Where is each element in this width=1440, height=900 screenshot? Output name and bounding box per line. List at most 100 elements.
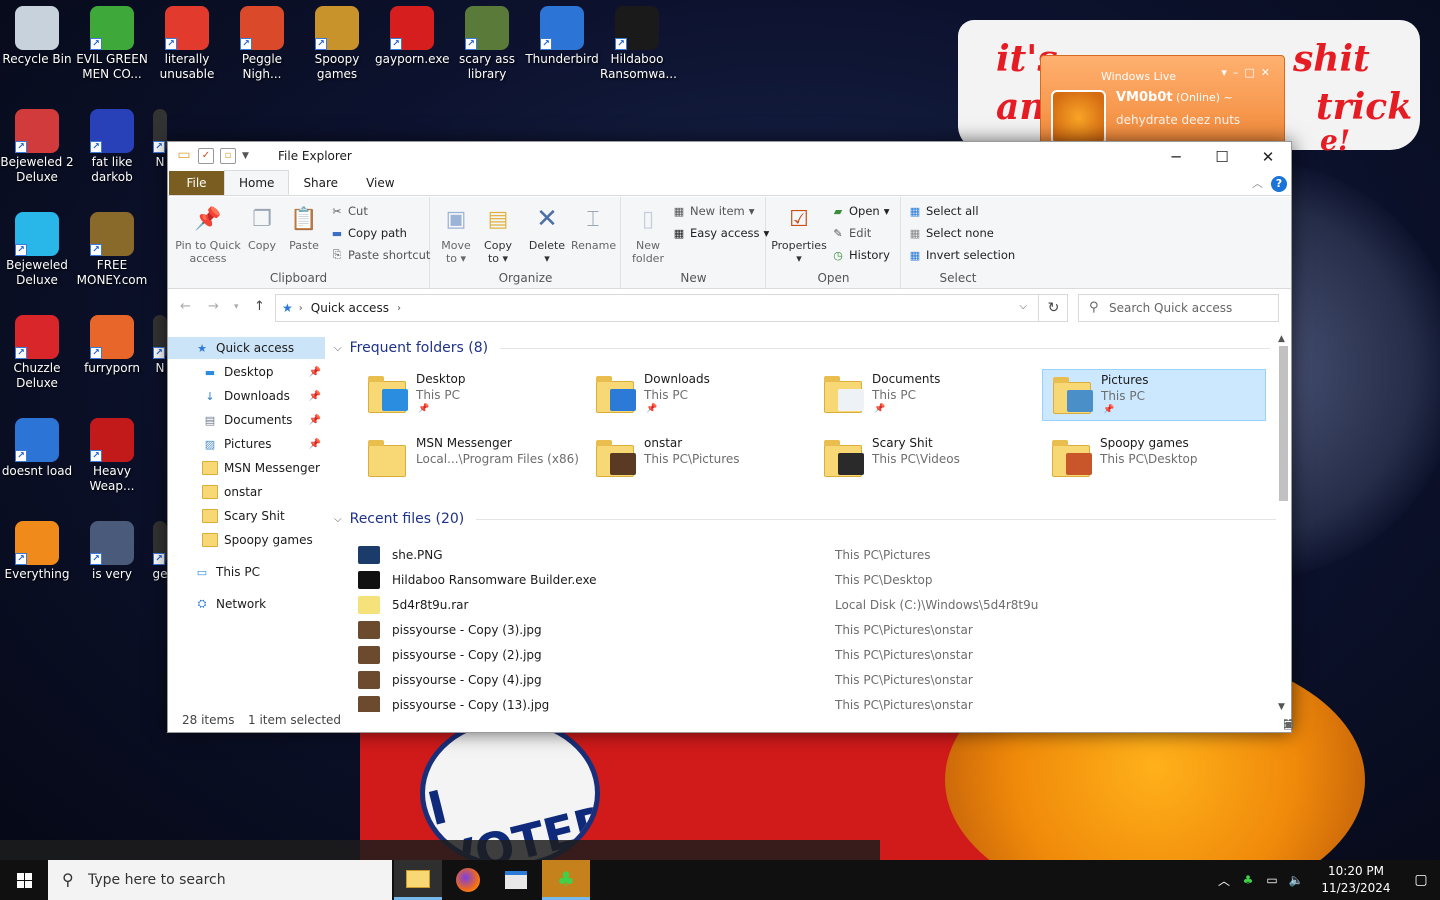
refresh-button[interactable]: ↻	[1038, 294, 1068, 322]
recent-file-row[interactable]: pissyourse - Copy (4).jpg This PC\Picture…	[358, 667, 1258, 692]
file-explorer-window[interactable]: ▭ ✓ ▫ ▼ File Explorer ─ ☐ ✕ File Home Sh…	[167, 141, 1294, 733]
large-icons-view-icon[interactable]: ▣	[1283, 717, 1294, 731]
new-folder-button[interactable]: ▯ New folder	[628, 203, 668, 265]
frequent-folder-tile[interactable]: Scary Shit This PC\Videos	[814, 433, 1038, 485]
volume-icon[interactable]: 🔈	[1286, 873, 1306, 887]
properties-qat-button[interactable]: ✓	[198, 148, 214, 164]
delete-button[interactable]: ✕ Delete ▾	[527, 203, 567, 266]
open-button[interactable]: ▰ Open ▾	[831, 204, 890, 218]
frequent-folder-tile[interactable]: Desktop This PC 📌	[358, 369, 582, 421]
nav-item-quick-access[interactable]: ★ Quick access	[168, 337, 325, 359]
frequent-folder-tile[interactable]: onstar This PC\Pictures	[586, 433, 810, 485]
nav-item-documents[interactable]: ▤ Documents 📌	[168, 409, 325, 431]
properties-button[interactable]: ☑ Properties ▾	[771, 203, 827, 265]
new-item-button[interactable]: ▦ New item ▾	[672, 204, 755, 218]
nav-item-pictures[interactable]: ▨ Pictures 📌	[168, 433, 325, 455]
paste-shortcut-button[interactable]: ⎘ Paste shortcut	[330, 248, 431, 262]
copy-path-button[interactable]: ▬ Copy path	[330, 226, 407, 240]
address-dropdown-icon[interactable]: ⌵	[1019, 301, 1027, 312]
move-to-button[interactable]: ▣ Move to ▾	[437, 203, 475, 265]
address-bar[interactable]: ★ › Quick access › ⌵	[275, 294, 1068, 322]
maximize-button[interactable]: ☐	[1199, 142, 1245, 171]
close-button[interactable]: ✕	[1245, 142, 1291, 171]
tab-view[interactable]: View	[352, 171, 408, 195]
nav-item-scary-shit[interactable]: Scary Shit	[168, 505, 325, 527]
paste-button[interactable]: 📋 Paste	[286, 203, 322, 252]
desktop-icon-item[interactable]: ↗ Hildaboo Ransomwa...	[600, 0, 677, 82]
new-folder-qat-button[interactable]: ▫	[220, 148, 236, 164]
nav-item-downloads[interactable]: ↓ Downloads 📌	[168, 385, 325, 407]
copy-button[interactable]: ❐ Copy	[244, 203, 280, 252]
desktop-icon-item[interactable]: ↗ gayporn.exe	[375, 0, 449, 67]
frequent-folder-tile[interactable]: Downloads This PC 📌	[586, 369, 810, 421]
recent-file-row[interactable]: Hildaboo Ransomware Builder.exe This PC\D…	[358, 567, 1258, 592]
taskbar-file-explorer[interactable]	[394, 860, 442, 900]
desktop-icon-item[interactable]: Recycle Bin	[0, 0, 74, 67]
frequent-folder-tile[interactable]: Documents This PC 📌	[814, 369, 1038, 421]
nav-item-this-pc[interactable]: ▭ This PC	[168, 561, 325, 583]
tab-home[interactable]: Home	[224, 170, 290, 195]
start-button[interactable]	[0, 860, 48, 900]
minimize-button[interactable]: ─	[1153, 142, 1199, 171]
tab-share[interactable]: Share	[289, 171, 352, 195]
pin-to-quick-access-button[interactable]: 📌 Pin to Quick access	[174, 203, 242, 265]
history-button[interactable]: ◷ History	[831, 248, 890, 262]
copy-to-button[interactable]: ▤ Copy to ▾	[479, 203, 517, 265]
desktop-icon-item[interactable]: ↗ furryporn	[75, 309, 149, 376]
taskbar-app-window[interactable]	[492, 860, 540, 900]
select-all-button[interactable]: ▦ Select all	[908, 204, 979, 218]
messenger-controls[interactable]: ▾–□✕	[1221, 66, 1276, 79]
messenger-status[interactable]: (Online) ~	[1176, 91, 1233, 104]
select-none-button[interactable]: ▦ Select none	[908, 226, 994, 240]
back-icon[interactable]: ←	[180, 299, 191, 314]
nav-item-msn-messenger[interactable]: MSN Messenger	[168, 457, 325, 479]
rename-button[interactable]: ⌶ Rename	[571, 203, 616, 252]
messenger-name[interactable]: VM0b0t	[1116, 90, 1173, 105]
up-icon[interactable]: ↑	[254, 299, 265, 314]
frequent-folder-tile[interactable]: Spoopy games This PC\Desktop	[1042, 433, 1266, 485]
recent-files-header[interactable]: ⌵ Recent files (20)	[334, 511, 1277, 527]
chevron-right-icon[interactable]: ›	[397, 303, 401, 314]
desktop-icon-item[interactable]: ↗ Heavy Weap...	[75, 412, 149, 494]
vertical-scrollbar[interactable]: ▲ ▼	[1276, 334, 1290, 712]
recent-file-row[interactable]: she.PNG This PC\Pictures	[358, 542, 1258, 567]
tray-overflow-icon[interactable]: ︿	[1214, 872, 1234, 889]
frequent-folder-tile[interactable]: MSN Messenger Local...\Program Files (x86…	[358, 433, 582, 485]
taskbar-search-input[interactable]: ⚲ Type here to search	[48, 860, 392, 900]
scroll-up-icon[interactable]: ▲	[1278, 334, 1285, 344]
edit-button[interactable]: ✎ Edit	[831, 226, 871, 240]
title-bar[interactable]: ▭ ✓ ▫ ▼ File Explorer ─ ☐ ✕	[168, 142, 1291, 171]
scroll-thumb[interactable]	[1279, 346, 1288, 501]
breadcrumb[interactable]: Quick access	[311, 301, 389, 315]
invert-selection-button[interactable]: ▦ Invert selection	[908, 248, 1015, 262]
desktop-icon-item[interactable]: ↗ is very	[75, 515, 149, 582]
nav-item-onstar[interactable]: onstar	[168, 481, 325, 503]
network-tray-icon[interactable]: ▭	[1262, 873, 1282, 887]
collapse-ribbon-icon[interactable]: ︿	[1252, 175, 1263, 191]
desktop-icon-item[interactable]: ↗ Peggle Nigh...	[225, 0, 299, 82]
qat-dropdown-icon[interactable]: ▼	[242, 151, 249, 161]
desktop-icon-item[interactable]: ↗ fat like darkob	[75, 103, 149, 185]
frequent-folder-tile[interactable]: Pictures This PC 📌	[1042, 369, 1266, 421]
nav-item-desktop[interactable]: ▬ Desktop 📌	[168, 361, 325, 383]
desktop-icon-item[interactable]: ↗ Thunderbird	[525, 0, 599, 67]
notification-center-icon[interactable]: ▢	[1402, 872, 1440, 888]
desktop-icon-item[interactable]: ↗ EVIL GREEN MEN CO...	[75, 0, 149, 82]
taskbar-firefox[interactable]	[444, 860, 492, 900]
recent-file-row[interactable]: pissyourse - Copy (2).jpg This PC\Picture…	[358, 642, 1258, 667]
desktop-icon-item[interactable]: ↗ Spoopy games	[300, 0, 374, 82]
desktop-icon-item[interactable]: ↗ Bejeweled Deluxe	[0, 206, 74, 288]
nav-item-network[interactable]: ⛭ Network	[168, 593, 325, 615]
clock[interactable]: 10:20 PM 11/23/2024	[1318, 863, 1394, 897]
forward-icon[interactable]: →	[208, 299, 219, 314]
messenger-tray-icon[interactable]: ♣	[1238, 873, 1258, 887]
desktop-icon-item[interactable]: ↗ FREE MONEY.com	[75, 206, 149, 288]
frequent-folders-header[interactable]: ⌵ Frequent folders (8)	[334, 340, 1271, 356]
messenger-window[interactable]: Windows Live ▾–□✕ VM0b0t (Online) ~ dehy…	[1040, 55, 1285, 145]
nav-item-spoopy-games[interactable]: Spoopy games	[168, 529, 325, 551]
desktop-icon-item[interactable]: ↗ Everything	[0, 515, 74, 582]
search-input[interactable]: ⚲ Search Quick access	[1078, 294, 1279, 322]
cut-button[interactable]: ✂ Cut	[330, 204, 367, 218]
desktop-icon-item[interactable]: ↗ Bejeweled 2 Deluxe	[0, 103, 74, 185]
taskbar-messenger[interactable]: ♣	[542, 860, 590, 900]
